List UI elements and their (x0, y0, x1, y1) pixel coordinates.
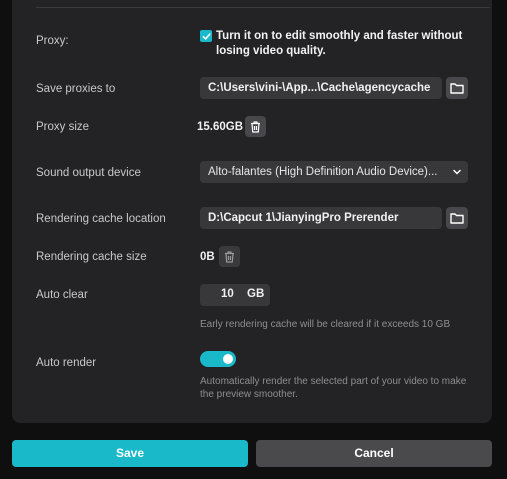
save-proxies-label: Save proxies to (36, 83, 116, 95)
folder-icon (450, 213, 464, 224)
toggle-knob (223, 354, 233, 364)
render-cache-size-label: Rendering cache size (36, 251, 147, 263)
render-cache-location-label: Rendering cache location (36, 213, 166, 225)
auto-render-hint: Automatically render the selected part o… (200, 376, 467, 400)
trash-icon (225, 250, 234, 263)
proxy-checkbox[interactable] (200, 30, 212, 42)
auto-clear-unit: GB (247, 288, 265, 300)
render-cache-size-value: 0B (200, 251, 215, 263)
auto-clear-hint: Early rendering cache will be cleared if… (200, 319, 451, 330)
sound-output-value: Alto-falantes (High Definition Audio Dev… (208, 166, 438, 178)
auto-render-label: Auto render (36, 357, 97, 369)
proxy-label: Proxy: (36, 35, 69, 47)
auto-clear-value: 10 (221, 288, 234, 300)
divider (36, 7, 490, 8)
auto-clear-input[interactable]: 10 GB (200, 284, 270, 306)
auto-render-toggle[interactable] (200, 351, 236, 367)
sound-output-select[interactable]: Alto-falantes (High Definition Audio Dev… (200, 161, 468, 183)
render-cache-path-field[interactable]: D:\Capcut 1\JianyingPro Prerender (200, 207, 442, 229)
sound-output-label: Sound output device (36, 167, 141, 179)
folder-icon (450, 83, 464, 94)
trash-icon (251, 120, 260, 133)
proxy-size-label: Proxy size (36, 121, 90, 133)
proxy-description: Turn it on to edit smoothly and faster w… (216, 30, 463, 57)
render-cache-folder-button[interactable] (446, 207, 468, 229)
auto-clear-label: Auto clear (36, 289, 88, 301)
check-icon (202, 32, 211, 40)
clear-render-cache-button[interactable] (219, 246, 240, 267)
proxy-size-value: 15.60GB (197, 121, 244, 133)
cancel-button[interactable]: Cancel (256, 440, 492, 467)
save-proxies-path-field[interactable]: C:\Users\vini-\App...\Cache\agencycache (200, 77, 442, 99)
save-button[interactable]: Save (12, 440, 248, 467)
chevron-down-icon (452, 161, 462, 183)
clear-proxy-button[interactable] (245, 116, 266, 137)
save-proxies-folder-button[interactable] (446, 77, 468, 99)
